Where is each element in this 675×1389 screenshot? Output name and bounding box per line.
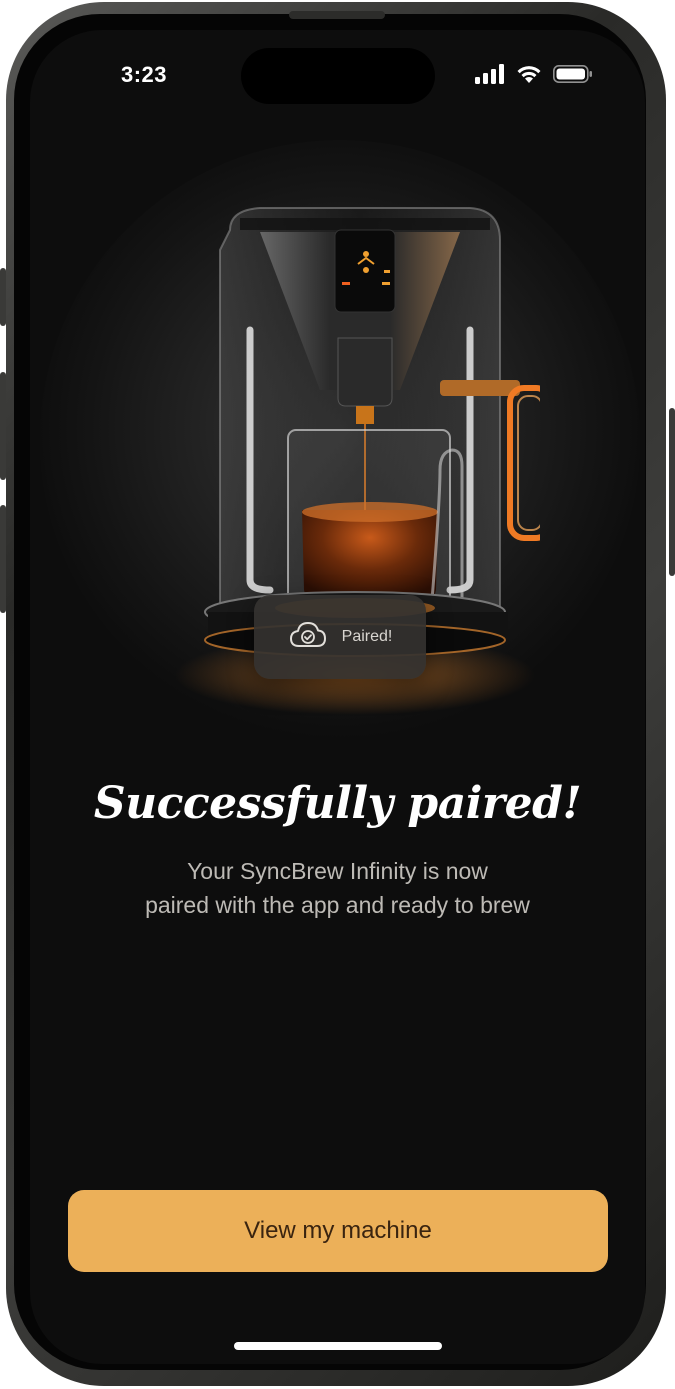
- view-machine-button[interactable]: View my machine: [68, 1190, 608, 1272]
- earpiece-speaker: [289, 11, 385, 19]
- home-indicator[interactable]: [234, 1342, 442, 1350]
- status-icons: [475, 64, 593, 89]
- subtitle-line-1: Your SyncBrew Infinity is now: [187, 858, 488, 884]
- page-title: Successfully paired!: [93, 778, 582, 829]
- app-screen: 3:23 Paired! Successfully paired! Your S…: [30, 30, 645, 1364]
- subtitle-line-2: paired with the app and ready to brew: [145, 892, 530, 918]
- dynamic-island: [241, 48, 435, 104]
- battery-icon: [553, 64, 593, 89]
- power-button: [669, 408, 675, 576]
- cloud-check-icon: [288, 620, 328, 655]
- paired-toast: Paired!: [254, 595, 426, 679]
- wifi-icon: [515, 64, 543, 89]
- volume-up-button: [0, 372, 6, 480]
- status-time: 3:23: [120, 62, 168, 87]
- volume-down-button: [0, 505, 6, 613]
- cellular-signal-icon: [475, 64, 505, 89]
- action-button: [0, 268, 6, 326]
- paired-label: Paired!: [341, 628, 393, 645]
- page-subtitle: Your SyncBrew Infinity is now paired wit…: [90, 854, 585, 922]
